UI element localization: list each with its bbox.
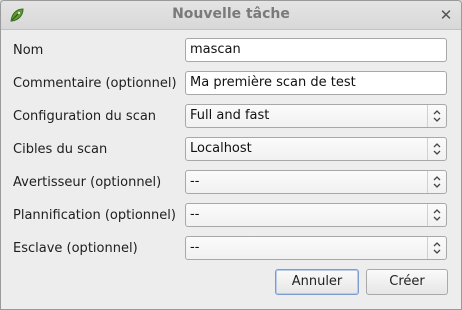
scan-targets-value: Localhost <box>190 141 252 156</box>
form-row-scan-targets: Cibles du scan Localhost <box>1 137 461 163</box>
form-row-comment: Commentaire (optionnel) Ma première scan… <box>1 71 461 97</box>
schedule-select[interactable]: -- <box>185 203 447 227</box>
alert-select[interactable]: -- <box>185 170 447 194</box>
scan-config-label: Configuration du scan <box>13 109 157 124</box>
updown-arrow-icon <box>427 237 446 259</box>
window-title: Nouvelle tâche <box>172 6 290 22</box>
cancel-button[interactable]: Annuler <box>275 269 359 295</box>
title-bar[interactable]: Nouvelle tâche ✕ <box>1 1 461 30</box>
form-row-slave: Esclave (optionnel) -- <box>1 236 461 262</box>
updown-arrow-icon <box>427 138 446 160</box>
name-input[interactable]: mascan <box>185 38 447 62</box>
alert-value: -- <box>190 174 200 189</box>
comment-label: Commentaire (optionnel) <box>13 76 177 91</box>
form-row-schedule: Plannification (optionnel) -- <box>1 203 461 229</box>
slave-select[interactable]: -- <box>185 236 447 260</box>
comment-input[interactable]: Ma première scan de test <box>185 71 447 95</box>
alert-label: Avertisseur (optionnel) <box>13 175 162 190</box>
slave-label: Esclave (optionnel) <box>13 241 138 256</box>
updown-arrow-icon <box>427 171 446 193</box>
close-icon[interactable]: ✕ <box>437 6 455 24</box>
form-row-name: Nom mascan <box>1 38 461 64</box>
updown-arrow-icon <box>427 204 446 226</box>
scan-targets-label: Cibles du scan <box>13 142 108 157</box>
scan-config-value: Full and fast <box>190 108 270 123</box>
slave-value: -- <box>190 240 200 255</box>
scan-config-select[interactable]: Full and fast <box>185 104 447 128</box>
schedule-label: Plannification (optionnel) <box>13 208 176 223</box>
create-button[interactable]: Créer <box>366 269 448 295</box>
schedule-value: -- <box>190 207 200 222</box>
form-row-scan-config: Configuration du scan Full and fast <box>1 104 461 130</box>
dialog-window: Nouvelle tâche ✕ Nom mascan Commentaire … <box>0 0 462 310</box>
updown-arrow-icon <box>427 105 446 127</box>
scan-targets-select[interactable]: Localhost <box>185 137 447 161</box>
name-label: Nom <box>13 43 44 58</box>
form-row-alert: Avertisseur (optionnel) -- <box>1 170 461 196</box>
